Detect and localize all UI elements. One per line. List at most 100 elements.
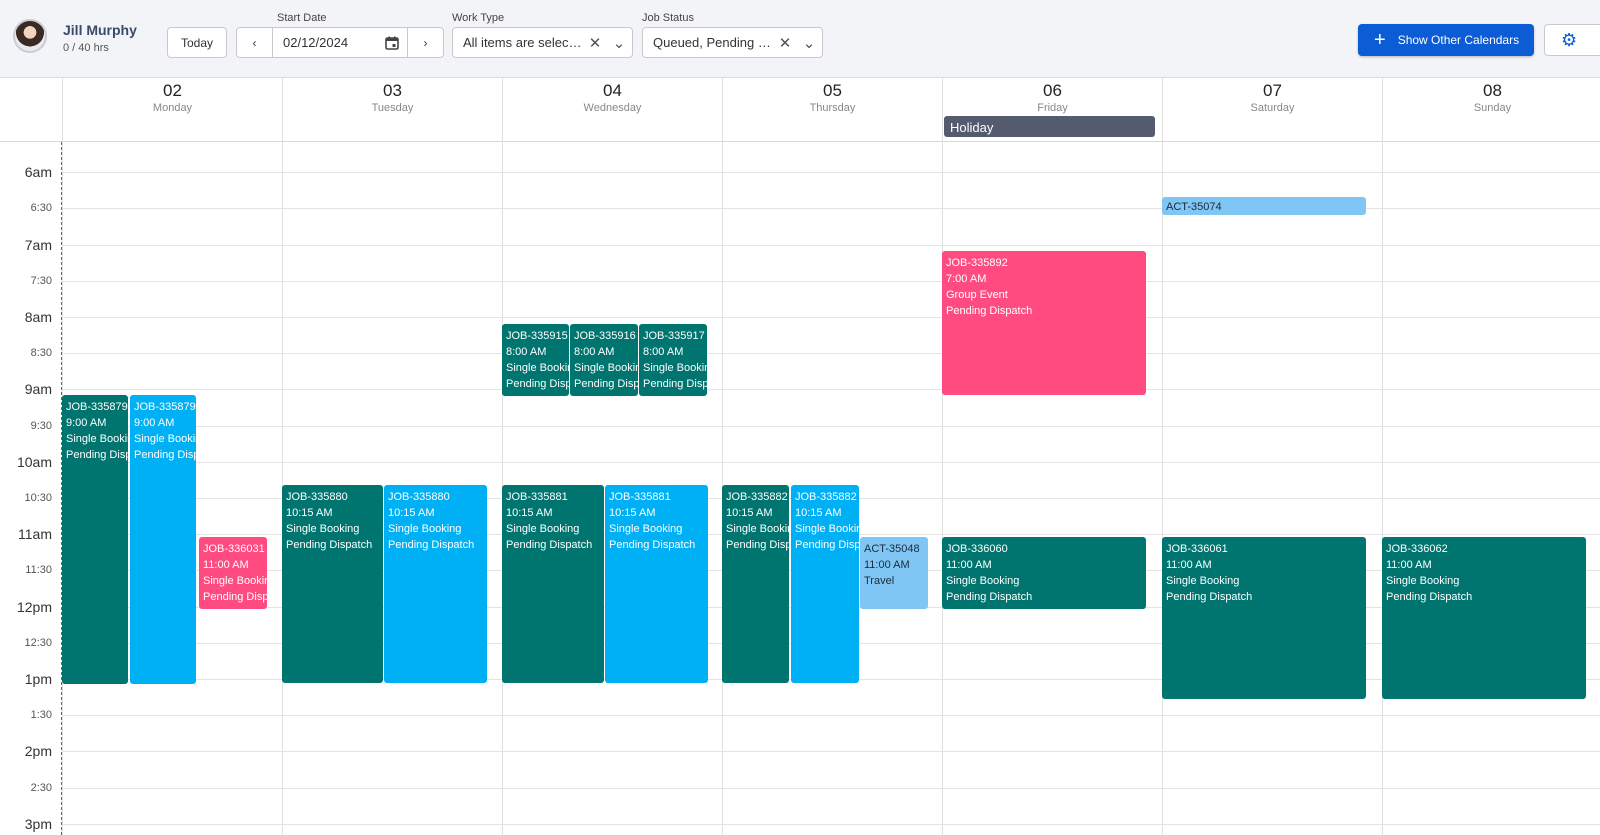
event-time: 10:15 AM xyxy=(286,507,333,519)
day-name: Sunday xyxy=(1473,102,1512,114)
event-status: Pending Dispatch xyxy=(506,378,569,390)
day-header[interactable]: 05 Thursday xyxy=(722,78,942,142)
calendar-event[interactable]: JOB-335892 7:00 AM Group Event Pending Disp… xyxy=(942,251,1146,395)
show-other-calendars-button[interactable]: + Show Other Calendars xyxy=(1358,24,1534,56)
calendar-event[interactable]: ACT-35048 11:00 AM Travel xyxy=(860,537,928,609)
time-gridline xyxy=(62,751,1600,753)
calendar-event[interactable]: JOB-336031 11:00 AM Single Booking Pending … xyxy=(199,537,267,609)
job-status-label: Job Status xyxy=(642,12,694,24)
start-date-input[interactable]: 02/12/2024 xyxy=(272,27,408,58)
job-status-select[interactable]: Queued, Pending Dispatch ✕ ⌄ xyxy=(642,27,823,58)
event-status: Pending Dispatch xyxy=(388,539,475,551)
event-status: Pending Dispatch xyxy=(643,378,707,390)
event-type: Single Booking xyxy=(574,362,638,374)
gear-icon: ⚙ xyxy=(1561,29,1578,50)
calendar-event[interactable]: JOB-335880 10:15 AM Single Booking Pending … xyxy=(282,485,383,683)
day-header[interactable]: 08 Sunday xyxy=(1382,78,1600,142)
day-header[interactable]: 02 Monday xyxy=(62,78,282,142)
event-type: Single Booking xyxy=(946,575,1020,587)
event-id: JOB-335892 xyxy=(946,257,1008,269)
clear-icon[interactable]: ✕ xyxy=(774,28,796,57)
time-label: 8:30 xyxy=(30,347,52,360)
event-time: 11:00 AM xyxy=(1166,559,1212,571)
event-status: Pending Dispatch xyxy=(1386,591,1473,603)
prev-week-button[interactable]: ‹ xyxy=(236,27,273,58)
event-status: Pending Dispatch xyxy=(506,539,593,551)
event-id: JOB-335916 xyxy=(574,330,636,342)
event-time: 9:00 AM xyxy=(66,417,107,429)
calendar-event[interactable]: JOB-336062 11:00 AM Single Booking Pending … xyxy=(1382,537,1586,699)
calendar-event[interactable]: JOB-335916 8:00 AM Single Booking Pending D… xyxy=(570,324,638,396)
day-number: 06 xyxy=(1043,81,1062,100)
calendar-event[interactable]: JOB-335881 10:15 AM Single Booking Pending … xyxy=(502,485,604,683)
event-id: ACT-35048 xyxy=(864,543,920,555)
event-status: Pending Dispatch xyxy=(946,305,1033,317)
event-time: 7:00 AM xyxy=(946,273,987,285)
column-divider xyxy=(942,142,943,835)
calendar-event[interactable]: JOB-335881 10:15 AM Single Booking Pending … xyxy=(605,485,708,683)
time-gridline xyxy=(62,172,1600,174)
event-id: JOB-335879 xyxy=(66,401,128,413)
calendar-event[interactable]: JOB-336060 11:00 AM Single Booking Pending … xyxy=(942,537,1146,609)
time-gridline xyxy=(62,461,1600,463)
day-number: 08 xyxy=(1483,81,1502,100)
time-gridline xyxy=(62,353,1600,355)
calendar-grid[interactable]: 5:306am6:307am7:308am8:309am9:3010am10:3… xyxy=(0,142,1600,835)
calendar-toolbar: Jill Murphy 0 / 40 hrs Today ‹ Start Dat… xyxy=(0,0,1600,78)
event-type: Single Booking xyxy=(795,523,859,535)
calendar-event[interactable]: JOB-335882 10:15 AM Single Booking Pending … xyxy=(722,485,789,683)
time-gridline xyxy=(62,787,1600,789)
settings-button[interactable]: ⚙ xyxy=(1544,24,1600,56)
event-status: Pending Dispatch xyxy=(66,449,128,461)
day-header[interactable]: 04 Wednesday xyxy=(502,78,722,142)
day-number: 02 xyxy=(163,81,182,100)
event-time: 10:15 AM xyxy=(388,507,435,519)
chevron-down-icon[interactable]: ⌄ xyxy=(606,28,632,57)
event-id: JOB-335917 xyxy=(643,330,705,342)
column-divider xyxy=(1382,142,1383,835)
event-id: JOB-336061 xyxy=(1166,543,1228,555)
next-week-button[interactable]: › xyxy=(407,27,444,58)
day-name: Friday xyxy=(1037,102,1068,114)
calendar-event[interactable]: JOB-335915 8:00 AM Single Booking Pending D… xyxy=(502,324,569,396)
avatar[interactable] xyxy=(13,19,47,53)
event-id: JOB-335880 xyxy=(388,491,450,503)
time-gridline xyxy=(62,823,1600,825)
job-status-value: Queued, Pending Dispatch xyxy=(653,35,774,50)
calendar-event[interactable]: JOB-335879 9:00 AM Single Booking Pending D… xyxy=(62,395,128,684)
calendar-event[interactable]: JOB-335880 10:15 AM Single Booking Pending … xyxy=(384,485,487,683)
day-header[interactable]: 03 Tuesday xyxy=(282,78,502,142)
day-number: 04 xyxy=(603,81,622,100)
time-label: 1pm xyxy=(24,671,52,687)
time-label: 2pm xyxy=(24,743,52,760)
time-label: 8am xyxy=(24,309,52,325)
calendar-icon[interactable] xyxy=(377,28,407,57)
chevron-down-icon[interactable]: ⌄ xyxy=(796,28,822,57)
calendar-event[interactable]: ACT-35074 xyxy=(1162,197,1366,215)
time-label: 3pm xyxy=(24,815,52,832)
time-gridline xyxy=(62,280,1600,282)
event-id: JOB-336060 xyxy=(946,543,1008,555)
event-type: Single Booking xyxy=(66,433,128,445)
event-status: Pending Dispatch xyxy=(203,591,267,603)
column-divider xyxy=(1162,142,1163,835)
day-header[interactable]: 07 Saturday xyxy=(1162,78,1382,142)
time-gridline xyxy=(62,317,1600,318)
event-type: Single Booking xyxy=(726,523,789,535)
clear-icon[interactable]: ✕ xyxy=(584,28,606,57)
event-time: 8:00 AM xyxy=(574,346,615,358)
event-status: Pending Dispatch xyxy=(574,378,638,390)
calendar-event[interactable]: JOB-335882 10:15 AM Single Booking Pending … xyxy=(791,485,859,683)
calendar-event[interactable]: JOB-335879 9:00 AM Single Booking Pending D… xyxy=(130,395,196,684)
today-button[interactable]: Today xyxy=(167,27,227,58)
holiday-banner[interactable]: Holiday xyxy=(944,116,1155,137)
time-label: 9:30 xyxy=(30,419,52,432)
calendar-event[interactable]: JOB-336061 11:00 AM Single Booking Pending … xyxy=(1162,537,1366,699)
time-label: 7:30 xyxy=(30,274,52,287)
event-time: 8:00 AM xyxy=(506,346,547,358)
event-type: Single Booking xyxy=(506,362,569,374)
calendar-event[interactable]: JOB-335917 8:00 AM Single Booking Pending D… xyxy=(639,324,707,396)
event-status: Pending Dispatch xyxy=(134,449,196,461)
event-time: 10:15 AM xyxy=(506,507,553,519)
work-type-select[interactable]: All items are selected ✕ ⌄ xyxy=(452,27,633,58)
